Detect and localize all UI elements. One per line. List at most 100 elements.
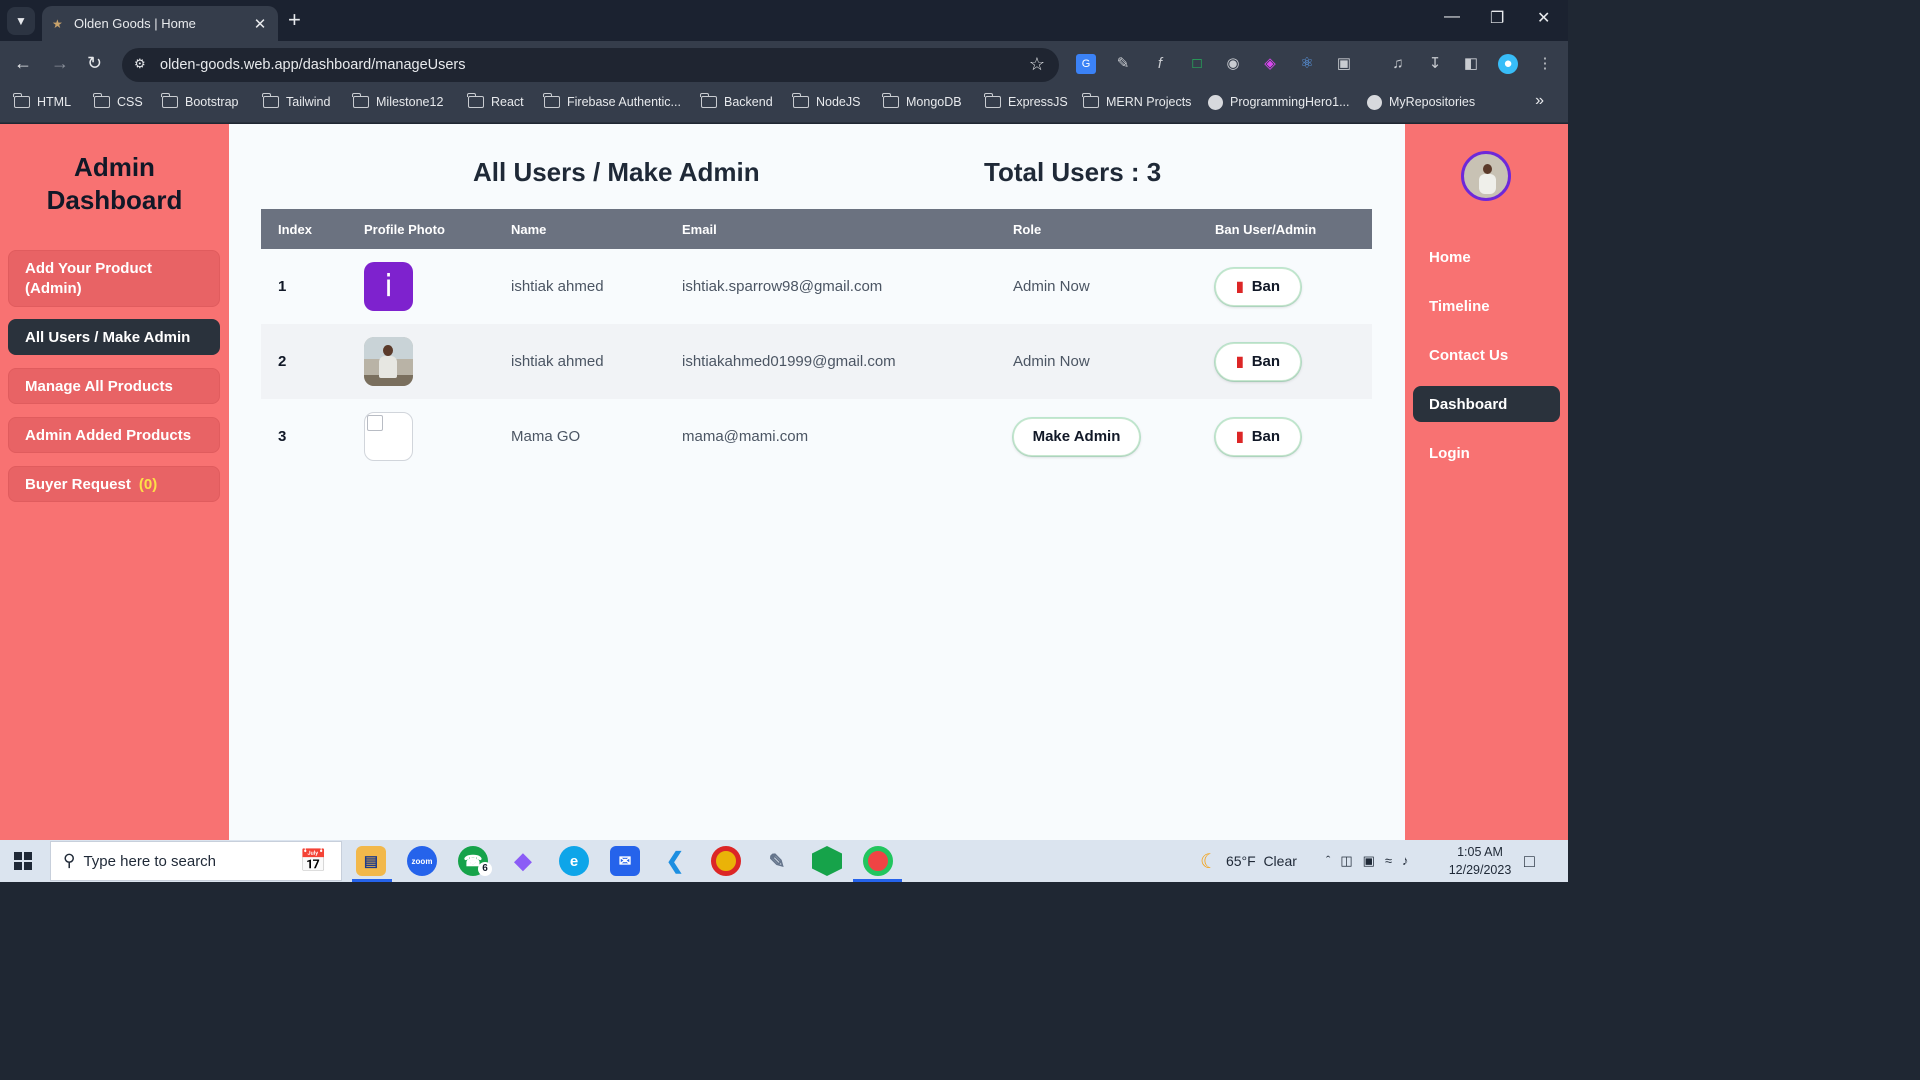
system-clock[interactable]: 1:05 AM 12/29/2023	[1440, 843, 1520, 879]
sidebar-item-label: All Users / Make Admin	[25, 328, 191, 346]
bookmark-label: Tailwind	[286, 95, 331, 109]
mail-icon[interactable]: ✉	[610, 846, 640, 876]
ban-button-label: Ban	[1251, 278, 1281, 295]
vscode-icon[interactable]: ❮	[660, 846, 690, 876]
nodejs-icon[interactable]	[812, 846, 842, 876]
chrome-icon[interactable]	[711, 846, 741, 876]
sidebar-item-add-product[interactable]: Add Your Product (Admin)	[8, 250, 220, 307]
sidebar-item-buyer-request[interactable]: Buyer Request (0)	[8, 466, 220, 502]
weather-widget[interactable]: ☾ 65°F Clear	[1200, 840, 1297, 882]
folder-icon	[700, 93, 717, 108]
nav-dashboard[interactable]: Dashboard	[1413, 386, 1560, 422]
bookmark-html[interactable]: HTML	[13, 92, 71, 112]
column-header-ban: Ban User/Admin	[1215, 222, 1317, 237]
bookmark-tailwind[interactable]: Tailwind	[262, 92, 331, 112]
more-bookmarks-icon[interactable]: »	[1535, 92, 1544, 110]
notepad-icon[interactable]: ✎	[762, 846, 792, 876]
table-row: 3 Mama GO mama@mami.com Make Admin ▮ Ban	[261, 399, 1372, 474]
column-header-index: Index	[278, 222, 312, 237]
sidebar-item-label: Buyer Request	[25, 475, 131, 493]
camera-extension-icon[interactable]: ◉	[1223, 54, 1243, 74]
bookmark-firebase[interactable]: Firebase Authentic...	[543, 92, 681, 112]
ban-button[interactable]: ▮ Ban	[1215, 267, 1301, 306]
ban-button[interactable]: ▮ Ban	[1215, 417, 1301, 456]
screenshot-extension-icon[interactable]: □	[1187, 54, 1207, 74]
nav-label: Login	[1429, 444, 1470, 462]
folder-icon	[792, 93, 809, 108]
extensions-puzzle-icon[interactable]: ▣	[1334, 54, 1354, 74]
bookmark-label: Firebase Authentic...	[567, 95, 681, 109]
bookmark-myrepositories[interactable]: MyRepositories	[1367, 92, 1475, 112]
bookmark-programminghero[interactable]: ProgrammingHero1...	[1208, 92, 1350, 112]
chrome-profile-icon[interactable]	[863, 846, 893, 876]
bookmark-label: MyRepositories	[1389, 95, 1476, 109]
folder-icon	[1082, 93, 1099, 108]
taskbar-search[interactable]: ⚲ Type here to search 📅	[50, 841, 342, 881]
buyer-request-count: (0)	[138, 475, 158, 493]
minimize-icon[interactable]: —	[1444, 8, 1460, 26]
github-icon	[1367, 94, 1382, 110]
site-info-icon[interactable]: ⚙	[134, 56, 146, 72]
table-row: 1 i ishtiak ahmed ishtiak.sparrow98@gmai…	[261, 249, 1372, 324]
nav-contact-us[interactable]: Contact Us	[1413, 337, 1560, 373]
vpn-extension-icon[interactable]: ◈	[1260, 54, 1280, 74]
sidebar-item-admin-added-products[interactable]: Admin Added Products	[8, 417, 220, 453]
folder-icon	[262, 93, 279, 108]
zoom-icon[interactable]: zoom	[407, 846, 437, 876]
nav-timeline[interactable]: Timeline	[1413, 288, 1560, 324]
broken-image-icon	[364, 412, 413, 461]
reload-icon[interactable]: ↻	[87, 53, 102, 73]
react-devtools-icon[interactable]: ⚛	[1297, 54, 1317, 74]
bookmark-react[interactable]: React	[467, 92, 524, 112]
download-icon[interactable]: ↧	[1425, 54, 1445, 74]
file-explorer-icon[interactable]: ▤	[356, 846, 386, 876]
user-avatar[interactable]	[1461, 151, 1511, 201]
side-panel-icon[interactable]: ◧	[1461, 54, 1481, 74]
profile-icon[interactable]: ●	[1498, 54, 1518, 74]
bookmark-mongodb[interactable]: MongoDB	[882, 92, 962, 112]
bookmark-css[interactable]: CSS	[93, 92, 143, 112]
windows-taskbar: ⚲ Type here to search 📅 ▤ zoom ☎ 6 ◆ e ✉…	[0, 840, 1568, 882]
window-close-icon[interactable]: ✕	[1537, 8, 1550, 28]
bookmark-mern[interactable]: MERN Projects	[1082, 92, 1191, 112]
tab-close-icon[interactable]: ✕	[252, 15, 268, 33]
translate-extension-icon[interactable]: G	[1076, 54, 1096, 74]
nav-login[interactable]: Login	[1413, 435, 1560, 471]
nav-home[interactable]: Home	[1413, 239, 1560, 275]
sidebar-item-manage-products[interactable]: Manage All Products	[8, 368, 220, 404]
bookmark-expressjs[interactable]: ExpressJS	[984, 92, 1068, 112]
clock-time: 1:05 AM	[1457, 845, 1503, 859]
notifications-icon[interactable]: □	[1524, 840, 1535, 882]
bookmark-star-icon[interactable]: ☆	[1029, 54, 1045, 75]
bookmark-nodejs[interactable]: NodeJS	[792, 92, 860, 112]
right-navbar: Home Timeline Contact Us Dashboard Login	[1405, 124, 1568, 840]
ban-button[interactable]: ▮ Ban	[1215, 342, 1301, 381]
browser-menu-icon[interactable]: ⋮	[1535, 54, 1555, 74]
tab-search-icon[interactable]: ▼	[7, 7, 35, 35]
restore-icon[interactable]: ❐	[1490, 8, 1504, 28]
forward-icon[interactable]: →	[51, 53, 69, 73]
eyedropper-extension-icon[interactable]: ✎	[1113, 54, 1133, 74]
address-bar[interactable]: ⚙ olden-goods.web.app/dashboard/manageUs…	[122, 48, 1059, 82]
font-extension-icon[interactable]: f	[1150, 54, 1170, 74]
bookmark-label: ExpressJS	[1008, 95, 1068, 109]
system-tray-icons[interactable]: ˆ◫▣≈♪	[1326, 840, 1419, 882]
windows-start-icon[interactable]	[14, 852, 32, 870]
edge-icon[interactable]: e	[559, 846, 589, 876]
folder-icon	[543, 93, 560, 108]
make-admin-button[interactable]: Make Admin	[1013, 417, 1140, 456]
media-control-icon[interactable]: ♫	[1388, 54, 1408, 74]
back-icon[interactable]: ←	[14, 53, 32, 73]
browser-tab[interactable]: ★ Olden Goods | Home ✕	[42, 6, 278, 41]
trash-icon: ▮	[1235, 428, 1244, 444]
sidebar-item-label: Admin Added Products	[25, 426, 192, 444]
page-title: All Users / Make Admin	[473, 157, 760, 187]
bookmark-milestone12[interactable]: Milestone12	[352, 92, 444, 112]
sidebar-item-all-users[interactable]: All Users / Make Admin	[8, 319, 220, 355]
web-page: Admin Dashboard Add Your Product (Admin)…	[0, 124, 1568, 840]
new-tab-icon[interactable]: +	[288, 8, 301, 32]
bookmark-backend[interactable]: Backend	[700, 92, 773, 112]
git-app-icon[interactable]: ◆	[508, 846, 538, 876]
bookmark-label: Milestone12	[376, 95, 444, 109]
bookmark-bootstrap[interactable]: Bootstrap	[161, 92, 239, 112]
